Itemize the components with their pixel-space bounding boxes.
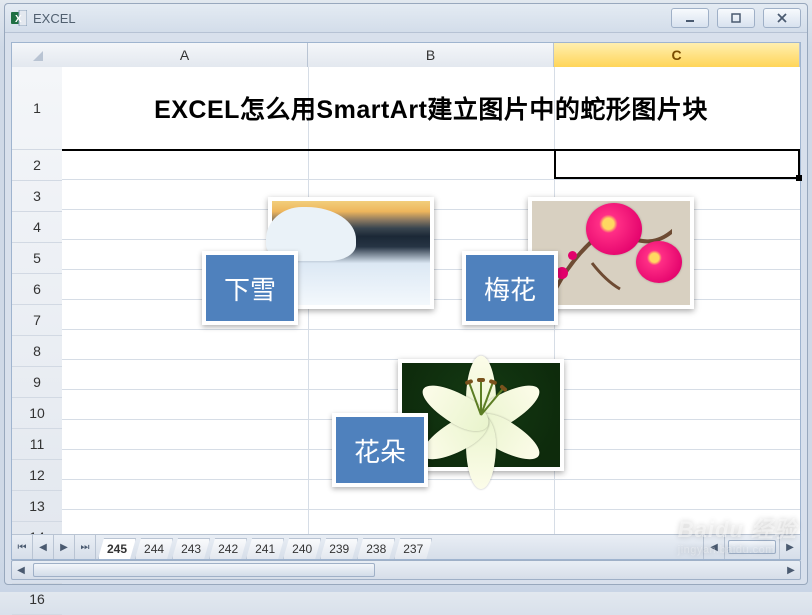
scroll-left-button[interactable]: ◀: [12, 561, 30, 579]
row-header[interactable]: 2: [12, 150, 62, 181]
sheet-tabs: 245244243242241240239238237: [96, 535, 431, 559]
maximize-button[interactable]: [717, 8, 755, 28]
grid[interactable]: EXCEL怎么用SmartArt建立图片中的蛇形图片块 下雪: [62, 67, 800, 535]
smartart-label[interactable]: 下雪: [202, 251, 298, 325]
row-header[interactable]: 12: [12, 460, 62, 491]
sheet-tab[interactable]: 238: [357, 538, 395, 559]
svg-text:X: X: [15, 14, 22, 25]
sheet-tab[interactable]: 240: [283, 538, 321, 559]
row-header[interactable]: 5: [12, 243, 62, 274]
row-header[interactable]: 10: [12, 398, 62, 429]
title-bar[interactable]: X EXCEL: [5, 4, 807, 33]
column-header[interactable]: A: [62, 43, 308, 67]
row-header[interactable]: 4: [12, 212, 62, 243]
window-controls: [671, 8, 801, 28]
sheet-tab[interactable]: 237: [394, 538, 432, 559]
column-header[interactable]: C: [554, 43, 800, 69]
select-all-corner[interactable]: [12, 43, 63, 68]
scroll-left-button[interactable]: ◀: [704, 535, 725, 559]
row-header[interactable]: 8: [12, 336, 62, 367]
smartart-node[interactable]: 梅花: [462, 197, 722, 327]
first-tab-button[interactable]: ⏮: [12, 535, 33, 559]
minimize-button[interactable]: [671, 8, 709, 28]
scroll-right-button[interactable]: ▶: [779, 535, 800, 559]
excel-window: X EXCEL ABC 12345678910111213141516: [4, 3, 808, 585]
sheet-tab[interactable]: 243: [172, 538, 210, 559]
row-header[interactable]: 3: [12, 181, 62, 212]
sheet-tab[interactable]: 245: [98, 538, 136, 559]
smartart-node[interactable]: 下雪: [202, 197, 462, 327]
outer-hscrollbar[interactable]: ◀ ▶: [11, 560, 801, 580]
sheet-tab[interactable]: 239: [320, 538, 358, 559]
sheet-tab[interactable]: 244: [135, 538, 173, 559]
sheet-tab[interactable]: 241: [246, 538, 284, 559]
row-headers: 12345678910111213141516: [12, 67, 63, 535]
sheet-tab-bar: ⏮ ◀ ▶ ⏭ 245244243242241240239238237 ◀ ▶: [12, 534, 800, 559]
smartart-label[interactable]: 梅花: [462, 251, 558, 325]
last-tab-button[interactable]: ⏭: [75, 535, 96, 559]
scroll-thumb[interactable]: [33, 563, 375, 577]
row-header[interactable]: 9: [12, 367, 62, 398]
worksheet-area: ABC 12345678910111213141516: [11, 42, 801, 560]
next-tab-button[interactable]: ▶: [54, 535, 75, 559]
smartart-label[interactable]: 花朵: [332, 413, 428, 487]
row-header[interactable]: 1: [12, 67, 62, 150]
column-header[interactable]: B: [308, 43, 554, 67]
row-header[interactable]: 16: [12, 584, 62, 615]
scroll-right-button[interactable]: ▶: [782, 561, 800, 579]
scroll-thumb[interactable]: [728, 540, 776, 554]
row-header[interactable]: 7: [12, 305, 62, 336]
close-button[interactable]: [763, 8, 801, 28]
row-header[interactable]: 6: [12, 274, 62, 305]
excel-app-icon: X: [11, 10, 27, 26]
window-title: EXCEL: [33, 11, 76, 26]
prev-tab-button[interactable]: ◀: [33, 535, 54, 559]
smartart-node[interactable]: 花朵: [332, 359, 592, 489]
column-headers: ABC: [62, 43, 800, 68]
inner-hscrollbar[interactable]: ◀ ▶: [703, 535, 800, 559]
row-header[interactable]: 11: [12, 429, 62, 460]
tab-nav-buttons: ⏮ ◀ ▶ ⏭: [12, 535, 96, 559]
smartart-graphic[interactable]: 下雪 梅花: [62, 67, 800, 535]
row-header[interactable]: 13: [12, 491, 62, 522]
sheet-tab[interactable]: 242: [209, 538, 247, 559]
